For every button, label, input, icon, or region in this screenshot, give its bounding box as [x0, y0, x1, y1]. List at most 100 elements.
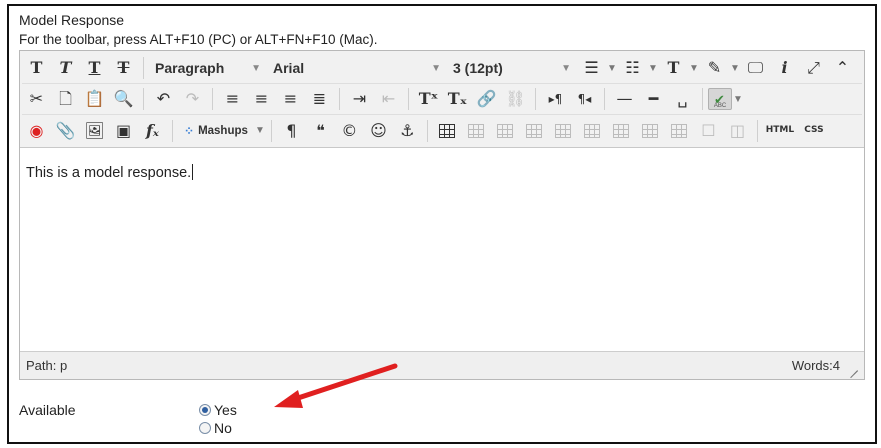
- radio-no[interactable]: [199, 422, 211, 434]
- chevron-down-icon[interactable]: ▼: [647, 63, 659, 74]
- text-color-icon[interactable]: T: [660, 56, 687, 81]
- separator: [270, 119, 272, 142]
- separator: [702, 88, 703, 110]
- copy-icon[interactable]: 🗋: [52, 87, 79, 112]
- paragraph-mark-icon[interactable]: ¶: [278, 118, 305, 143]
- info-icon[interactable]: i: [771, 56, 798, 81]
- font-size-dropdown[interactable]: 3 (12pt) ▼: [447, 56, 577, 80]
- available-no-option[interactable]: No: [199, 420, 232, 436]
- cut-icon[interactable]: ✂: [23, 87, 50, 112]
- separator: [212, 88, 213, 110]
- blockquote-icon[interactable]: ❝: [307, 118, 334, 143]
- merge-cells-icon[interactable]: ◫: [724, 118, 751, 143]
- path-value[interactable]: p: [60, 358, 67, 373]
- separator: [408, 88, 409, 110]
- insert-row-before-icon[interactable]: [521, 118, 548, 143]
- html-source-button[interactable]: HTML: [764, 118, 796, 143]
- paste-icon[interactable]: 📋: [81, 87, 108, 112]
- spellcheck-icon[interactable]: ✔ ABC: [708, 88, 732, 110]
- indent-icon[interactable]: ⇥: [346, 87, 373, 112]
- available-yes-option[interactable]: Yes: [199, 402, 237, 418]
- editor-statusbar: Path: p Words:4: [20, 351, 864, 379]
- resize-handle-icon[interactable]: [848, 361, 858, 371]
- editor-toolbars: T T T T Paragraph ▼ Arial ▼ 3 (12pt) ▼ ☰…: [20, 51, 864, 148]
- editor-content[interactable]: This is a model response.: [20, 151, 864, 351]
- chevron-down-icon[interactable]: ▼: [606, 63, 618, 74]
- rtl-icon[interactable]: ¶◂: [571, 87, 598, 112]
- highlight-pen-icon[interactable]: ✎: [701, 56, 728, 81]
- preview-monitor-icon[interactable]: 🖵: [742, 56, 769, 81]
- bullet-list-icon[interactable]: ☰: [578, 56, 605, 81]
- chevron-down-icon[interactable]: ▼: [688, 63, 700, 74]
- superscript-icon[interactable]: Tˣ: [415, 87, 442, 112]
- bold-button[interactable]: T: [23, 56, 50, 81]
- record-icon[interactable]: ◉: [23, 118, 50, 143]
- insert-col-before-icon[interactable]: [608, 118, 635, 143]
- separator: [604, 88, 605, 110]
- chevron-down-icon[interactable]: ▼: [729, 63, 741, 74]
- align-justify-icon[interactable]: ≣: [306, 87, 333, 112]
- paragraph-format-value: Paragraph: [155, 60, 225, 76]
- path-indicator: Path: p: [26, 358, 67, 373]
- text-cursor: [192, 164, 194, 180]
- undo-icon[interactable]: ↶: [150, 87, 177, 112]
- chevron-down-icon: ▼: [251, 62, 261, 74]
- mashups-icon: ⁘: [184, 123, 195, 138]
- emoticon-icon[interactable]: ☺: [365, 118, 392, 143]
- delete-col-icon[interactable]: [666, 118, 693, 143]
- link-icon[interactable]: 🔗: [473, 87, 500, 112]
- insert-col-after-icon[interactable]: [637, 118, 664, 143]
- table-icon[interactable]: [434, 118, 461, 143]
- math-formula-icon[interactable]: fₓ: [139, 118, 166, 143]
- css-button[interactable]: CSS: [798, 118, 830, 143]
- editor-text: This is a model response.: [26, 165, 192, 181]
- separator: [172, 119, 173, 142]
- chevron-down-icon[interactable]: ▼: [254, 125, 266, 136]
- outdent-icon[interactable]: ⇤: [375, 87, 402, 112]
- numbered-list-icon[interactable]: ☷: [619, 56, 646, 81]
- image-icon[interactable]: 🖼: [81, 118, 108, 143]
- insert-row-after-icon[interactable]: [550, 118, 577, 143]
- radio-yes[interactable]: [199, 404, 211, 416]
- strikethrough-button[interactable]: T: [110, 56, 137, 81]
- toolbar-row-2: ✂ 🗋 📋 🔍 ↶ ↷ ≡ ≡ ≡ ≣ ⇥ ⇤ Tˣ Tₓ 🔗 ⛓ ▸¶ ¶◂ …: [22, 84, 862, 115]
- font-family-dropdown[interactable]: Arial ▼: [267, 56, 447, 80]
- mashups-dropdown[interactable]: ⁘ Mashups: [178, 119, 254, 143]
- delete-row-icon[interactable]: [579, 118, 606, 143]
- find-icon[interactable]: 🔍: [110, 87, 137, 112]
- subscript-icon[interactable]: Tₓ: [444, 87, 471, 112]
- collapse-toolbar-icon[interactable]: ⌃: [829, 56, 856, 81]
- separator: [339, 88, 340, 110]
- nonbreaking-space-icon[interactable]: ␣: [669, 87, 696, 112]
- field-label: Model Response: [19, 12, 125, 28]
- paragraph-format-dropdown[interactable]: Paragraph ▼: [149, 56, 267, 80]
- unlink-icon[interactable]: ⛓: [502, 87, 529, 112]
- mashups-label: Mashups: [198, 124, 248, 137]
- underline-button[interactable]: T: [81, 56, 108, 81]
- italic-button[interactable]: T: [52, 56, 79, 81]
- chevron-down-icon: ▼: [561, 62, 571, 74]
- thick-rule-icon[interactable]: ━: [640, 87, 667, 112]
- radio-yes-label: Yes: [214, 402, 237, 418]
- split-cells-icon[interactable]: ☐: [695, 118, 722, 143]
- align-right-icon[interactable]: ≡: [277, 87, 304, 112]
- table-row-props-icon[interactable]: [463, 118, 490, 143]
- rich-text-editor: T T T T Paragraph ▼ Arial ▼ 3 (12pt) ▼ ☰…: [19, 50, 865, 380]
- redo-icon[interactable]: ↷: [179, 87, 206, 112]
- ltr-icon[interactable]: ▸¶: [542, 87, 569, 112]
- horizontal-rule-icon[interactable]: —: [611, 87, 638, 112]
- copyright-icon[interactable]: ©: [336, 118, 363, 143]
- chevron-down-icon[interactable]: ▼: [732, 94, 744, 105]
- available-label: Available: [19, 402, 76, 418]
- chevron-down-icon: ▼: [431, 62, 441, 74]
- align-center-icon[interactable]: ≡: [248, 87, 275, 112]
- attachment-icon[interactable]: 📎: [52, 118, 79, 143]
- separator: [143, 57, 144, 79]
- anchor-icon[interactable]: ⚓: [394, 118, 421, 143]
- align-left-icon[interactable]: ≡: [219, 87, 246, 112]
- table-cell-props-icon[interactable]: [492, 118, 519, 143]
- toolbar-row-1: T T T T Paragraph ▼ Arial ▼ 3 (12pt) ▼ ☰…: [22, 53, 862, 84]
- media-icon[interactable]: ▣: [110, 118, 137, 143]
- fullscreen-icon[interactable]: ⤢: [800, 56, 827, 81]
- word-count: Words:4: [791, 358, 840, 373]
